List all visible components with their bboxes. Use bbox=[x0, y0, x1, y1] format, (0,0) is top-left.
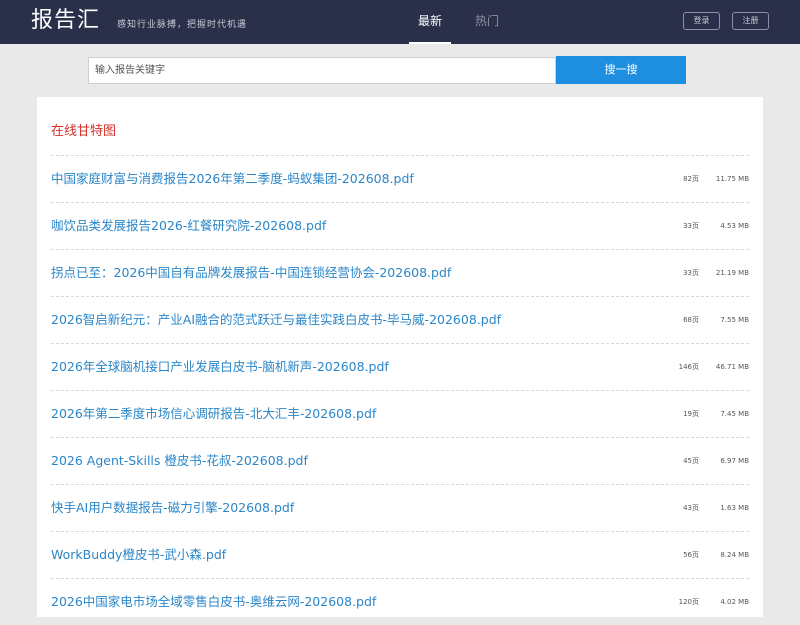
report-row: 中国家庭财富与消费报告2026年第二季度-蚂蚁集团-202608.pdf 82页… bbox=[51, 155, 749, 202]
report-title-link[interactable]: 2026中国家电市场全域零售白皮书-奥维云网-202608.pdf bbox=[51, 593, 376, 611]
report-panel: 在线甘特图 中国家庭财富与消费报告2026年第二季度-蚂蚁集团-202608.p… bbox=[37, 97, 763, 617]
report-row: 2026中国家电市场全域零售白皮书-奥维云网-202608.pdf 120页 4… bbox=[51, 578, 749, 625]
report-file-size: 4.02 MB bbox=[720, 598, 749, 606]
report-file-size: 8.24 MB bbox=[720, 551, 749, 559]
report-file-size: 1.63 MB bbox=[720, 504, 749, 512]
report-file-size: 46.71 MB bbox=[715, 363, 749, 371]
report-file-size: 7.45 MB bbox=[720, 410, 749, 418]
tab-popular[interactable]: 热门 bbox=[466, 0, 508, 42]
login-button[interactable]: 登录 bbox=[683, 12, 720, 30]
report-row: 2026智启新纪元：产业AI融合的范式跃迁与最佳实践白皮书-毕马威-202608… bbox=[51, 296, 749, 343]
report-title-link[interactable]: 2026年全球脑机接口产业发展白皮书-脑机新声-202608.pdf bbox=[51, 358, 389, 376]
register-button[interactable]: 注册 bbox=[732, 12, 769, 30]
search-button[interactable]: 搜一搜 bbox=[556, 56, 686, 84]
site-slogan: 感知行业脉搏，把握时代机遇 bbox=[117, 20, 248, 30]
search-input[interactable] bbox=[88, 57, 556, 84]
report-list: 中国家庭财富与消费报告2026年第二季度-蚂蚁集团-202608.pdf 82页… bbox=[51, 155, 749, 625]
report-title-link[interactable]: 2026 Agent-Skills 橙皮书-花叔-202608.pdf bbox=[51, 452, 308, 470]
report-file-size: 21.19 MB bbox=[715, 269, 749, 277]
site-logo[interactable]: 报告汇 bbox=[31, 6, 100, 36]
report-row: 2026年第二季度市场信心调研报告-北大汇丰-202608.pdf 19页 7.… bbox=[51, 390, 749, 437]
report-file-size: 11.75 MB bbox=[715, 175, 749, 183]
report-row: WorkBuddy橙皮书-武小森.pdf 56页 8.24 MB bbox=[51, 531, 749, 578]
report-file-size: 4.53 MB bbox=[720, 222, 749, 230]
report-file-size: 6.97 MB bbox=[720, 457, 749, 465]
report-title-link[interactable]: 2026智启新纪元：产业AI融合的范式跃迁与最佳实践白皮书-毕马威-202608… bbox=[51, 311, 501, 329]
report-file-size: 7.55 MB bbox=[720, 316, 749, 324]
tab-latest[interactable]: 最新 bbox=[409, 0, 451, 44]
report-title-link[interactable]: 咖饮品类发展报告2026-红餐研究院-202608.pdf bbox=[51, 217, 326, 235]
report-row: 2026 Agent-Skills 橙皮书-花叔-202608.pdf 45页 … bbox=[51, 437, 749, 484]
report-row: 快手AI用户数据报告-磁力引擎-202608.pdf 43页 1.63 MB bbox=[51, 484, 749, 531]
report-row: 咖饮品类发展报告2026-红餐研究院-202608.pdf 33页 4.53 M… bbox=[51, 202, 749, 249]
report-title-link[interactable]: WorkBuddy橙皮书-武小森.pdf bbox=[51, 546, 226, 564]
report-row: 2026年全球脑机接口产业发展白皮书-脑机新声-202608.pdf 146页 … bbox=[51, 343, 749, 390]
report-title-link[interactable]: 快手AI用户数据报告-磁力引擎-202608.pdf bbox=[51, 499, 294, 517]
report-title-link[interactable]: 2026年第二季度市场信心调研报告-北大汇丰-202608.pdf bbox=[51, 405, 376, 423]
report-row: 拐点已至：2026中国自有品牌发展报告-中国连锁经营协会-202608.pdf … bbox=[51, 249, 749, 296]
report-title-link[interactable]: 拐点已至：2026中国自有品牌发展报告-中国连锁经营协会-202608.pdf bbox=[51, 264, 451, 282]
section-title[interactable]: 在线甘特图 bbox=[51, 123, 116, 141]
top-navbar: 报告汇 感知行业脉搏，把握时代机遇 最新 热门 登录 注册 bbox=[0, 0, 800, 44]
report-title-link[interactable]: 中国家庭财富与消费报告2026年第二季度-蚂蚁集团-202608.pdf bbox=[51, 170, 414, 188]
